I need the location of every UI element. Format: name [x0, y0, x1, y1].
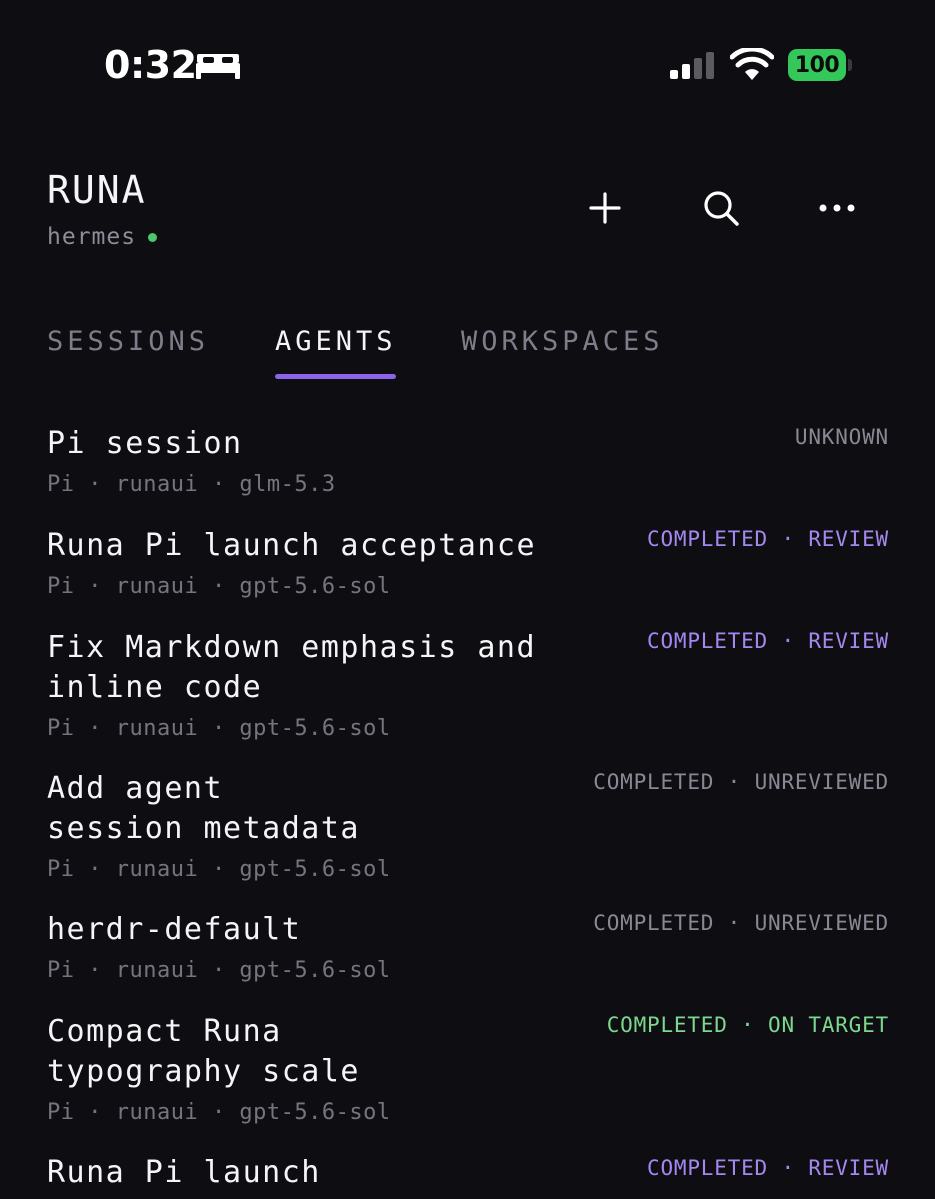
list-item[interactable]: Runa Pi launch acceptance Pi · runaui · …: [47, 526, 889, 606]
status-badge: COMPLETED · UNREVIEWED: [593, 911, 889, 935]
status-badge: COMPLETED · REVIEW: [647, 1156, 889, 1180]
status-badge: COMPLETED · ON TARGET: [606, 1013, 889, 1037]
status-badge: COMPLETED · UNREVIEWED: [593, 770, 889, 794]
agent-meta: Pi · runaui · gpt-5.6-sol: [47, 574, 391, 599]
agent-meta: Pi · runaui · gpt-5.6-sol: [47, 1100, 391, 1125]
agent-title: Runa Pi launch acceptance: [47, 528, 537, 563]
agent-title: Pi session: [47, 426, 243, 461]
agent-meta: Pi · runaui · gpt-5.6-sol: [47, 716, 391, 741]
list-item[interactable]: Fix Markdown emphasis and inline code Pi…: [47, 628, 889, 748]
agent-meta: Pi · runaui · gpt-5.6-sol: [47, 857, 391, 882]
list-item[interactable]: Add agent session metadata Pi · runaui ·…: [47, 769, 889, 889]
status-badge: COMPLETED · REVIEW: [647, 527, 889, 551]
agent-title: Compact Runa typography scale: [47, 1014, 360, 1089]
list-item[interactable]: Pi session Pi · runaui · glm-5.3 UNKNOWN: [47, 424, 889, 504]
list-item[interactable]: herdr-default Pi · runaui · gpt-5.6-sol …: [47, 910, 889, 990]
status-badge: COMPLETED · REVIEW: [647, 629, 889, 653]
agent-title: Add agent session metadata: [47, 771, 360, 846]
list-item[interactable]: Compact Runa typography scale Pi · runau…: [47, 1012, 889, 1132]
agent-title: Fix Markdown emphasis and inline code: [47, 630, 537, 705]
agent-list: Pi session Pi · runaui · glm-5.3 UNKNOWN…: [0, 0, 935, 1199]
agent-title: herdr-default: [47, 912, 302, 947]
agent-meta: Pi · runaui · gpt-5.6-sol: [47, 958, 391, 983]
agent-title: Runa Pi launch: [47, 1155, 321, 1190]
list-item[interactable]: Runa Pi launch COMPLETED · REVIEW: [47, 1153, 889, 1199]
status-badge: UNKNOWN: [794, 425, 889, 449]
agent-meta: Pi · runaui · glm-5.3: [47, 472, 336, 497]
